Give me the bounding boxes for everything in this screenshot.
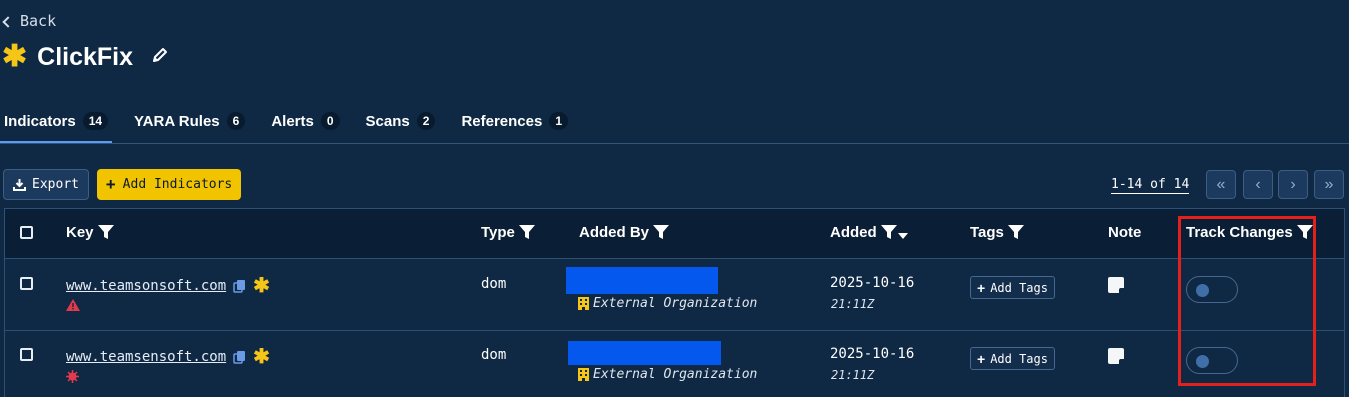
redacted-user [568, 341, 721, 365]
building-icon [578, 297, 589, 310]
table-header [4, 208, 1345, 259]
edit-pencil-icon[interactable] [151, 46, 169, 69]
added-date: 2025-10-16 [830, 346, 915, 362]
first-page-button[interactable]: « [1206, 170, 1236, 199]
filter-icon[interactable] [518, 225, 535, 240]
prev-page-button[interactable]: ‹ [1243, 170, 1273, 199]
column-label: Key [66, 224, 94, 241]
org-label: External Organization [578, 296, 757, 311]
page-header: ✱ ClickFix [2, 42, 169, 72]
back-link[interactable]: Back [2, 12, 57, 30]
copy-icon[interactable] [233, 350, 246, 364]
plus-icon: + [105, 175, 116, 194]
plus-icon: + [977, 279, 986, 296]
column-header-key[interactable]: Key [66, 224, 114, 241]
row-divider [4, 330, 1345, 331]
add-tags-label: Add Tags [990, 351, 1048, 366]
star-icon[interactable]: ✱ [253, 276, 270, 296]
org-name: External Organization [593, 296, 758, 311]
tab-label: Scans [365, 113, 410, 130]
indicator-link[interactable]: www.teamsensoft.com [66, 349, 226, 365]
tab-scans[interactable]: Scans 2 [362, 110, 440, 144]
star-icon[interactable]: ✱ [253, 347, 270, 367]
tab-count-badge: 1 [549, 112, 569, 130]
tab-alerts[interactable]: Alerts 0 [267, 110, 343, 144]
redacted-user [566, 267, 718, 294]
added-time: 21:11Z [831, 297, 875, 311]
column-label: Tags [970, 224, 1004, 241]
tab-references[interactable]: References 1 [457, 110, 572, 144]
building-icon [578, 368, 589, 381]
virus-icon [66, 370, 79, 383]
tab-count-badge: 14 [82, 112, 109, 130]
note-icon[interactable] [1108, 348, 1124, 364]
copy-icon[interactable] [233, 279, 246, 293]
sort-down-icon[interactable] [897, 232, 908, 239]
table-row-key-cell: www.teamsonsoft.com ✱ [66, 276, 270, 296]
add-tags-label: Add Tags [990, 280, 1048, 295]
tab-count-badge: 6 [226, 112, 246, 130]
tab-label: YARA Rules [134, 113, 220, 130]
next-page-button[interactable]: › [1278, 170, 1308, 199]
export-button[interactable]: Export [3, 169, 89, 200]
double-chevron-right-icon: » [1324, 175, 1334, 193]
column-label: Type [481, 224, 515, 241]
download-icon [13, 179, 27, 191]
filter-icon[interactable] [97, 225, 114, 240]
added-time: 21:11Z [831, 368, 875, 382]
select-all-checkbox[interactable] [20, 226, 33, 239]
column-header-type[interactable]: Type [481, 224, 535, 241]
add-tags-button[interactable]: + Add Tags [970, 347, 1055, 370]
pagination-summary[interactable]: 1-14 of 14 [1111, 177, 1190, 194]
column-header-tags[interactable]: Tags [970, 224, 1024, 241]
table-row-key-cell: www.teamsensoft.com ✱ [66, 347, 270, 367]
tab-bar: Indicators 14 YARA Rules 6 Alerts 0 Scan… [0, 110, 590, 144]
column-header-note: Note [1108, 224, 1141, 241]
tab-count-badge: 2 [416, 112, 436, 130]
column-label: Note [1108, 224, 1142, 241]
row-checkbox[interactable] [20, 277, 33, 290]
filter-icon[interactable] [880, 225, 897, 240]
filter-icon[interactable] [1007, 225, 1024, 240]
type-cell: dom [481, 276, 507, 292]
tab-count-badge: 0 [320, 112, 340, 130]
plus-icon: + [977, 350, 986, 367]
add-indicators-label: Add Indicators [122, 177, 233, 192]
tab-label: Indicators [4, 113, 76, 130]
chevron-left-icon: ‹ [1255, 175, 1261, 193]
tab-divider [0, 143, 1349, 144]
note-icon[interactable] [1108, 277, 1124, 293]
tab-indicators[interactable]: Indicators 14 [0, 110, 113, 144]
row-checkbox[interactable] [20, 348, 33, 361]
double-chevron-left-icon: « [1216, 175, 1226, 193]
warning-triangle-icon [66, 299, 80, 311]
export-label: Export [32, 177, 79, 192]
indicator-link[interactable]: www.teamsonsoft.com [66, 278, 226, 294]
tab-label: References [461, 113, 543, 130]
column-label: Added [830, 224, 877, 241]
column-label: Added By [579, 224, 650, 241]
highlight-box [1178, 216, 1316, 386]
org-name: External Organization [593, 367, 758, 382]
back-label: Back [20, 12, 57, 30]
column-header-added[interactable]: Added [830, 224, 908, 241]
tab-yara-rules[interactable]: YARA Rules 6 [130, 110, 249, 144]
chevron-right-icon: › [1290, 175, 1296, 193]
chevron-left-icon [2, 15, 14, 28]
add-tags-button[interactable]: + Add Tags [970, 276, 1055, 299]
added-date: 2025-10-16 [830, 275, 915, 291]
page-title: ClickFix [37, 42, 134, 71]
last-page-button[interactable]: » [1314, 170, 1344, 199]
tab-label: Alerts [271, 113, 314, 130]
add-indicators-button[interactable]: + Add Indicators [97, 169, 241, 200]
org-label: External Organization [578, 367, 757, 382]
column-header-added-by[interactable]: Added By [579, 224, 670, 241]
star-icon: ✱ [2, 40, 28, 73]
type-cell: dom [481, 347, 507, 363]
filter-icon[interactable] [653, 225, 670, 240]
